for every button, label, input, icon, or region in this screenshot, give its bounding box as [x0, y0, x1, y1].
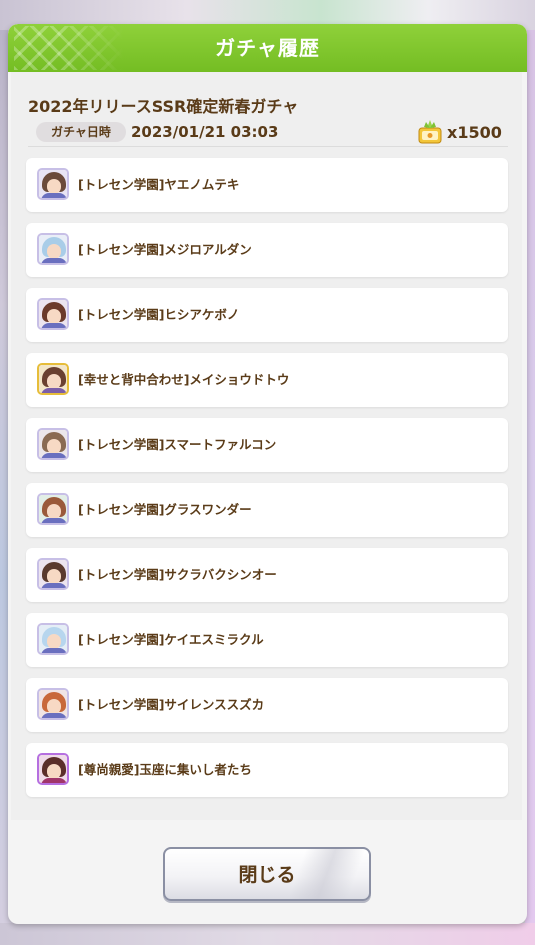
portrait-face [47, 309, 61, 324]
portrait-face [47, 764, 61, 779]
dialog-header: ガチャ履歴 [8, 24, 527, 72]
portrait-outfit [41, 648, 67, 653]
history-item[interactable]: [トレセン学園]ケイエスミラクル [26, 613, 508, 667]
character-portrait-icon [37, 688, 69, 720]
portrait-outfit [41, 193, 67, 198]
gacha-name: 2022年リリースSSR確定新春ガチャ [28, 97, 299, 116]
portrait-face [47, 179, 61, 194]
history-item-name: [トレセン学園]グラスワンダー [78, 502, 252, 517]
close-button-label: 閉じる [238, 864, 296, 886]
portrait-outfit [41, 453, 67, 458]
history-item-name: [尊尚親愛]玉座に集いし者たち [78, 762, 252, 777]
portrait-outfit [41, 778, 67, 783]
history-item[interactable]: [トレセン学園]グラスワンダー [26, 483, 508, 537]
character-portrait-icon [37, 363, 69, 395]
history-item[interactable]: [トレセン学園]ヤエノムテキ [26, 158, 508, 212]
history-item-name: [トレセン学園]サイレンススズカ [78, 697, 265, 712]
portrait-face [47, 439, 61, 454]
history-item[interactable]: [幸せと背中合わせ]メイショウドトウ [26, 353, 508, 407]
character-portrait-icon [37, 558, 69, 590]
date-value: 2023/01/21 03:03 [131, 123, 279, 141]
portrait-outfit [41, 258, 67, 263]
background-bottom [0, 923, 535, 945]
date-label: ガチャ日時 [36, 122, 126, 142]
history-item-name: [トレセン学園]ヒシアケボノ [78, 307, 240, 322]
history-item[interactable]: [トレセン学園]サイレンススズカ [26, 678, 508, 732]
close-button[interactable]: 閉じる [163, 847, 371, 901]
header-divider [28, 146, 508, 147]
portrait-outfit [41, 713, 67, 718]
character-portrait-icon [37, 298, 69, 330]
portrait-outfit [41, 518, 67, 523]
character-portrait-icon [37, 493, 69, 525]
history-item[interactable]: [トレセン学園]サクラバクシンオー [26, 548, 508, 602]
gacha-cost: x1500 [447, 123, 502, 142]
character-portrait-icon [37, 428, 69, 460]
history-item[interactable]: [トレセン学園]メジロアルダン [26, 223, 508, 277]
portrait-outfit [41, 583, 67, 588]
dialog-title: ガチャ履歴 [215, 36, 320, 60]
portrait-outfit [41, 323, 67, 328]
character-portrait-icon [37, 233, 69, 265]
character-portrait-icon [37, 623, 69, 655]
portrait-face [47, 504, 61, 519]
history-item-name: [トレセン学園]サクラバクシンオー [78, 567, 277, 582]
carrot-jewel-icon [418, 120, 442, 144]
history-item-name: [トレセン学園]メジロアルダン [78, 242, 252, 257]
character-portrait-icon [37, 168, 69, 200]
character-portrait-icon [37, 753, 69, 785]
portrait-face [47, 634, 61, 649]
history-item-name: [トレセン学園]ヤエノムテキ [78, 177, 240, 192]
history-item-name: [幸せと背中合わせ]メイショウドトウ [78, 372, 290, 387]
portrait-outfit [41, 388, 67, 393]
history-item[interactable]: [トレセン学園]スマートファルコン [26, 418, 508, 472]
history-item[interactable]: [尊尚親愛]玉座に集いし者たち [26, 743, 508, 797]
portrait-face [47, 699, 61, 714]
portrait-face [47, 569, 61, 584]
history-item-name: [トレセン学園]ケイエスミラクル [78, 632, 264, 647]
history-item[interactable]: [トレセン学園]ヒシアケボノ [26, 288, 508, 342]
history-item-name: [トレセン学園]スマートファルコン [78, 437, 277, 452]
portrait-face [47, 244, 61, 259]
portrait-face [47, 374, 61, 389]
